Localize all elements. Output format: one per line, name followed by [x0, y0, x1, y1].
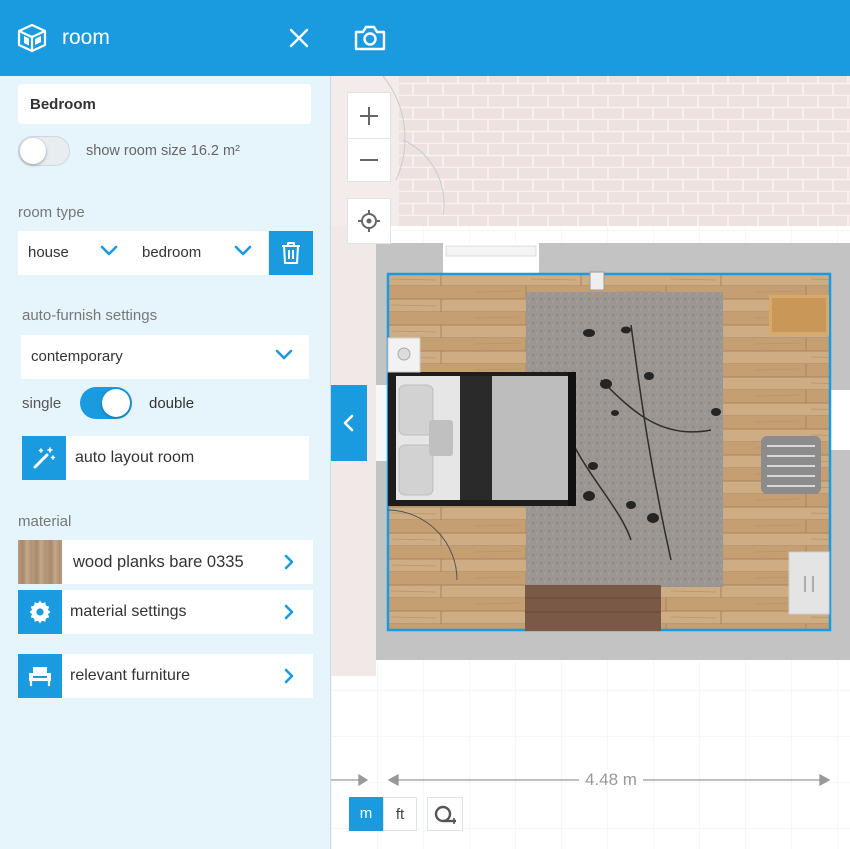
chevron-right-icon — [284, 668, 294, 684]
room-type-heading: room type — [18, 204, 85, 221]
measure-tool-button[interactable] — [427, 797, 463, 831]
trash-icon — [282, 242, 300, 264]
chevron-right-icon — [284, 554, 294, 570]
bed-size-toggle[interactable] — [80, 387, 132, 419]
auto-furnish-heading: auto-furnish settings — [22, 307, 158, 324]
zoom-out-icon — [360, 159, 378, 161]
locate-icon — [358, 210, 380, 232]
auto-layout-label: auto layout room — [75, 449, 195, 466]
delete-room-button[interactable] — [269, 231, 313, 275]
material-settings-icon-box — [18, 590, 62, 634]
camera-icon[interactable] — [353, 24, 387, 52]
material-settings-button[interactable]: material settings — [18, 590, 313, 634]
material-selector[interactable]: wood planks bare 0335 — [18, 540, 313, 584]
auto-layout-icon-box — [22, 436, 66, 480]
zoom-controls — [347, 92, 391, 182]
panel-title: room — [62, 26, 110, 49]
double-bed-label: double — [149, 395, 195, 412]
material-heading: material — [18, 513, 72, 530]
relevant-furniture-label: relevant furniture — [70, 667, 191, 684]
room-subtype-value: bedroom — [142, 244, 202, 261]
collapse-panel-button[interactable] — [331, 385, 367, 461]
single-bed-label: single — [22, 395, 62, 412]
zoom-out-button[interactable] — [348, 137, 390, 183]
chevron-down-icon — [234, 245, 252, 256]
room-cube-icon — [17, 23, 47, 53]
tape-measure-icon — [434, 805, 456, 824]
show-room-size-label: show room size 16.2 m² — [86, 143, 240, 159]
canvas-toolbar — [331, 0, 850, 76]
zoom-in-button[interactable] — [348, 93, 390, 139]
armchair-icon — [29, 667, 51, 686]
center-view-button[interactable] — [347, 198, 391, 244]
unit-meters-button[interactable]: m — [349, 797, 383, 831]
material-settings-label: material settings — [70, 603, 187, 620]
room-subtype-select[interactable]: bedroom — [128, 231, 268, 275]
chevron-left-icon — [343, 414, 354, 432]
zoom-in-icon — [360, 107, 378, 125]
room-category-select[interactable]: house — [18, 231, 128, 275]
auto-layout-room-button[interactable]: auto layout room — [22, 436, 309, 480]
chevron-down-icon — [275, 349, 293, 360]
chevron-right-icon — [284, 604, 294, 620]
show-room-size-toggle[interactable] — [18, 136, 70, 166]
wood-material-swatch — [18, 540, 62, 584]
close-icon[interactable] — [287, 26, 311, 50]
panel-header: room — [0, 0, 331, 76]
floorplan-canvas[interactable]: 4.48 m m ft — [331, 0, 850, 849]
room-name-field[interactable] — [18, 84, 311, 124]
room-width-dimension: 4.48 m — [579, 770, 643, 790]
gear-icon — [29, 600, 51, 624]
unit-feet-button[interactable]: ft — [383, 797, 417, 831]
relevant-furniture-button[interactable]: relevant furniture — [18, 654, 313, 698]
magic-wand-icon — [33, 447, 56, 469]
floorplan-drawing — [331, 75, 850, 849]
material-name: wood planks bare 0335 — [73, 553, 244, 571]
relevant-furniture-icon-box — [18, 654, 62, 698]
furnish-style-select[interactable]: contemporary — [21, 335, 309, 379]
chevron-down-icon — [100, 245, 118, 256]
room-category-value: house — [28, 244, 69, 261]
furnish-style-value: contemporary — [31, 348, 123, 365]
room-properties-panel: room show room size 16.2 m² room type ho… — [0, 0, 331, 849]
